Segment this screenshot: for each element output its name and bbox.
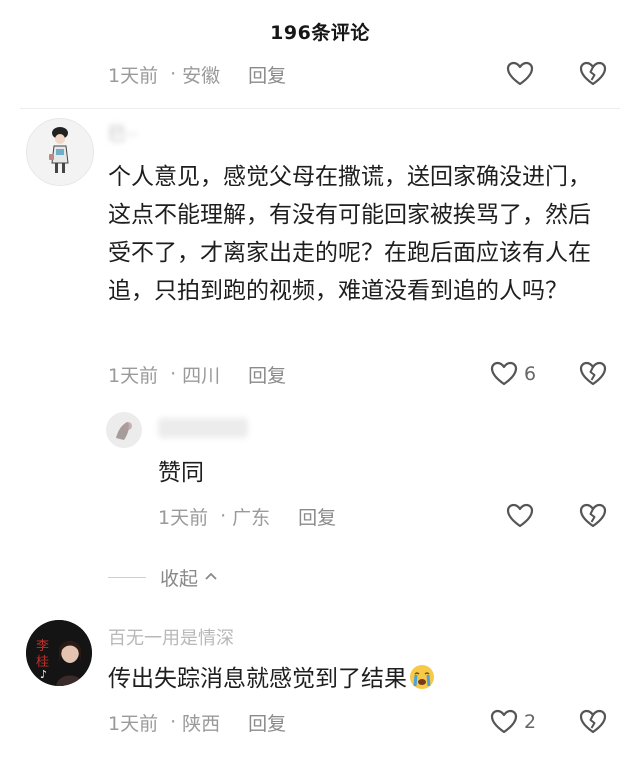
- comment-meta: 1天前 · 陕西 回复: [108, 706, 286, 738]
- comment-location: 安徽: [182, 64, 221, 87]
- comment-time: 1天前: [108, 364, 159, 387]
- reply-time: 1天前: [158, 506, 209, 529]
- divider: [20, 108, 620, 109]
- like-button[interactable]: [506, 58, 534, 90]
- comment-time: 1天前: [108, 712, 159, 735]
- broken-heart-icon: [579, 361, 607, 386]
- reply-meta: 1天前 · 广东 回复: [158, 500, 336, 532]
- username[interactable]: 巳··: [108, 120, 137, 146]
- comment-location: 四川: [182, 364, 221, 387]
- comment-location: 陕西: [182, 712, 221, 735]
- svg-text:李: 李: [36, 639, 49, 654]
- comment-text: 个人意见，感觉父母在撒谎，送回家确没进门，这点不能理解，有没有可能回家被挨骂了，…: [108, 164, 591, 304]
- dislike-button[interactable]: [578, 58, 608, 90]
- reply-location: 广东: [232, 506, 271, 529]
- avatar-image-icon: [106, 412, 142, 448]
- separator-dot: ·: [170, 63, 177, 85]
- reply-button[interactable]: 回复: [298, 503, 336, 530]
- like-button[interactable]: 6: [490, 358, 536, 390]
- comment-time: 1天前: [108, 64, 159, 87]
- like-count: 2: [524, 711, 537, 733]
- dislike-button[interactable]: [578, 358, 608, 390]
- comment-meta: 1天前 · 安徽 回复: [108, 58, 286, 90]
- broken-heart-icon: [579, 709, 607, 734]
- broken-heart-icon: [579, 503, 607, 528]
- comment-meta: 1天前 · 四川 回复: [108, 358, 286, 390]
- username[interactable]: 百无一用是情深: [108, 624, 234, 650]
- separator-dot: ·: [170, 711, 177, 733]
- heart-icon: [490, 709, 518, 734]
- reply-text: 赞同: [158, 460, 204, 486]
- broken-heart-icon: [579, 61, 607, 86]
- heart-icon: [506, 503, 534, 528]
- svg-text:♪: ♪: [40, 668, 47, 681]
- reply-button[interactable]: 回复: [248, 709, 286, 736]
- dislike-button[interactable]: [578, 706, 608, 738]
- loudly-crying-face-icon: [409, 664, 435, 702]
- collapse-replies-button[interactable]: 收起: [108, 562, 218, 592]
- avatar[interactable]: 李 桂 ♪: [26, 620, 92, 686]
- reply-button[interactable]: 回复: [248, 361, 286, 388]
- heart-icon: [490, 361, 518, 386]
- separator-dot: ·: [170, 363, 177, 385]
- comment-text: 传出失踪消息就感觉到了结果: [108, 660, 628, 702]
- reply-avatar[interactable]: [106, 412, 142, 448]
- comments-header: 196条评论: [0, 0, 640, 62]
- separator-dot: ·: [220, 505, 227, 527]
- comments-count-title: 196条评论: [270, 21, 370, 44]
- like-count: 6: [524, 363, 537, 385]
- reply-button[interactable]: 回复: [248, 61, 286, 88]
- avatar-girl-icon: [27, 119, 93, 185]
- like-button[interactable]: [506, 500, 534, 532]
- collapse-line: [108, 576, 146, 578]
- reply-username[interactable]: [158, 418, 248, 438]
- chevron-up-icon: [204, 569, 218, 585]
- collapse-label: 收起: [160, 567, 199, 590]
- heart-icon: [506, 61, 534, 86]
- dislike-button[interactable]: [578, 500, 608, 532]
- avatar[interactable]: [26, 118, 94, 186]
- like-button[interactable]: 2: [490, 706, 536, 738]
- avatar-portrait-icon: 李 桂 ♪: [26, 620, 92, 686]
- comment-text-body: 传出失踪消息就感觉到了结果: [108, 666, 407, 692]
